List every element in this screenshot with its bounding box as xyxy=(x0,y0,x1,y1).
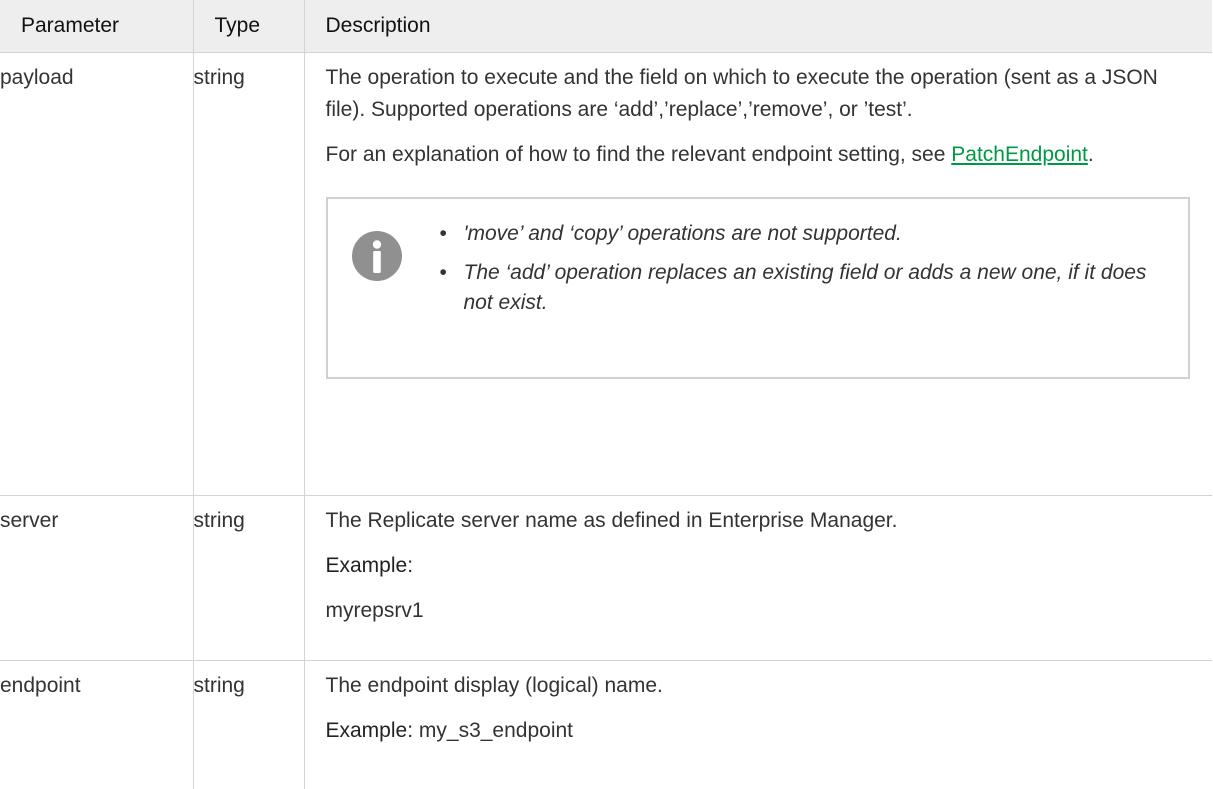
param-name-cell: server xyxy=(0,494,194,661)
header-type: Type xyxy=(192,0,305,53)
param-type: string xyxy=(193,508,245,532)
note-list: •'move’ and ‘copy’ operations are not su… xyxy=(440,219,1158,327)
bullet: • xyxy=(439,260,447,284)
param-name: payload xyxy=(0,65,74,89)
info-icon xyxy=(351,230,402,281)
param-description-cell: The endpoint display (logical) name. Exa… xyxy=(303,659,1212,789)
explanation-paragraph: For an explanation of how to find the re… xyxy=(326,139,1191,171)
param-name-cell: endpoint xyxy=(0,659,194,789)
link-suffix: . xyxy=(1087,142,1094,166)
table-row: endpoint string The endpoint display (lo… xyxy=(0,659,1212,789)
parameters-table: Parameter Type Description payload strin… xyxy=(0,0,1212,789)
param-description: The endpoint display (logical) name. xyxy=(325,673,663,697)
note-item: •'move’ and ‘copy’ operations are not su… xyxy=(440,219,1158,249)
example-value: myrepsrv1 xyxy=(325,598,424,622)
example-label: Example: xyxy=(325,553,414,577)
param-type: string xyxy=(193,673,245,697)
example-label: Example: xyxy=(325,718,414,742)
param-name: server xyxy=(0,508,59,532)
param-description: The Replicate server name as defined in … xyxy=(325,508,898,532)
bullet: • xyxy=(439,221,447,245)
note-item: • The ‘add’ operation replaces an existin… xyxy=(440,258,1158,318)
table-row: server string The Replicate server name … xyxy=(0,494,1212,661)
param-type-cell: string xyxy=(192,494,305,661)
header-description: Description xyxy=(303,0,1212,53)
example-value: my_s3_endpoint xyxy=(418,718,573,742)
param-type: string xyxy=(193,65,245,89)
patch-endpoint-link[interactable]: PatchEndpoint xyxy=(951,143,1088,166)
param-description-cell: The Replicate server name as defined in … xyxy=(303,494,1212,661)
table-row: payload string The operation to execute … xyxy=(0,51,1212,496)
example-line: Example: my_s3_endpoint xyxy=(326,715,1191,747)
param-name: endpoint xyxy=(0,673,81,697)
note-box: •'move’ and ‘copy’ operations are not su… xyxy=(325,196,1190,379)
param-description: The operation to execute and the field o… xyxy=(325,65,1158,121)
param-type-cell: string xyxy=(192,51,305,496)
param-name-cell: payload xyxy=(0,51,194,496)
param-description-cell: The operation to execute and the field o… xyxy=(303,51,1212,496)
explanation-text: For an explanation of how to find the re… xyxy=(325,142,946,166)
header-parameter: Parameter xyxy=(0,0,194,53)
param-type-cell: string xyxy=(192,659,305,789)
table-header-row: Parameter Type Description xyxy=(0,0,1212,53)
